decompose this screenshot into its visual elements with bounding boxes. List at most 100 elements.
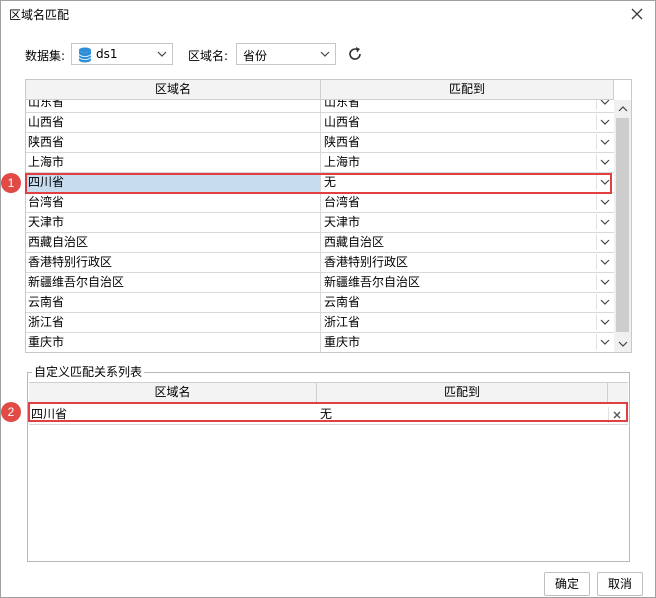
table-row[interactable]: 山西省 山西省 [26,113,614,133]
cell-match[interactable]: 新疆维吾尔自治区 [321,273,614,292]
table-row[interactable]: 台湾省 台湾省 [26,193,614,213]
window-title: 区域名匹配 [9,8,70,22]
cell-match[interactable]: 陕西省 [321,133,614,152]
match-value: 山西省 [324,115,361,129]
column-header-match[interactable]: 匹配到 [317,383,608,402]
column-header-region[interactable]: 区域名 [26,80,321,99]
ok-button[interactable]: 确定 [544,572,590,596]
cell-region: 浙江省 [26,313,321,332]
cell-match[interactable]: 云南省 [321,293,614,312]
vertical-scrollbar[interactable] [614,100,631,352]
region-select[interactable]: 省份 [236,43,336,65]
table-row[interactable]: 陕西省 陕西省 [26,133,614,153]
chevron-down-icon[interactable] [596,154,612,170]
cell-region: 重庆市 [26,333,321,352]
cell-region: 山西省 [26,113,321,132]
delete-button[interactable] [608,407,624,423]
dataset-select[interactable]: ds1 [71,43,173,65]
chevron-down-icon[interactable] [596,114,612,130]
table-row[interactable]: 重庆市 重庆市 [26,333,614,352]
scroll-up-arrow-icon[interactable] [614,100,631,117]
region-label: 区域名: [188,49,229,63]
cell-region: 西藏自治区 [26,233,321,252]
custom-match-table: 区域名 匹配到 四川省 无 [29,382,628,560]
cell-match[interactable]: 上海市 [321,153,614,172]
cell-match[interactable]: 浙江省 [321,313,614,332]
chevron-down-icon[interactable] [596,314,612,330]
cell-match[interactable]: 重庆市 [321,333,614,352]
table-row-selected[interactable]: 四川省 无 [26,173,614,193]
cell-match[interactable]: 西藏自治区 [321,233,614,252]
annotation-badge-1: 1 [1,173,21,193]
table-body: 山东省 山东省 山西省 山西省 陕西省 陕西省 上海市 上海市 四川省 无 台湾… [26,93,614,352]
match-value: 无 [320,407,333,421]
cell-region: 台湾省 [26,193,321,212]
match-value: 浙江省 [324,315,361,329]
custom-table-header: 区域名 匹配到 [29,383,628,403]
cell-region: 香港特别行政区 [26,253,321,272]
chevron-down-icon[interactable] [596,334,612,350]
cell-region: 四川省 [31,407,68,421]
cancel-button[interactable]: 取消 [597,572,643,596]
chevron-down-icon[interactable] [596,274,612,290]
match-value: 天津市 [324,215,361,229]
table-row[interactable]: 浙江省 浙江省 [26,313,614,333]
cell-match[interactable]: 香港特别行政区 [321,253,614,272]
match-value: 陕西省 [324,135,361,149]
header-spacer [608,383,628,402]
close-icon [631,8,643,20]
chevron-down-icon[interactable] [596,214,612,230]
chevron-down-icon[interactable] [596,134,612,150]
match-value: 香港特别行政区 [324,255,409,269]
cell-match[interactable]: 山西省 [321,113,614,132]
database-icon [78,47,92,63]
annotation-badge-2: 2 [1,402,21,422]
cell-region: 云南省 [26,293,321,312]
refresh-button[interactable] [345,44,365,64]
table-header-overlay: 区域名 匹配到 [26,80,614,100]
table-row[interactable]: 香港特别行政区 香港特别行政区 [26,253,614,273]
refresh-icon [349,47,361,60]
table-row[interactable]: 新疆维吾尔自治区 新疆维吾尔自治区 [26,273,614,293]
chevron-down-icon[interactable] [596,234,612,250]
match-value: 无 [324,175,337,189]
custom-table-row[interactable]: 四川省 无 [29,405,628,425]
column-header-match[interactable]: 匹配到 [321,80,614,99]
table-row[interactable]: 天津市 天津市 [26,213,614,233]
dataset-label: 数据集: [25,49,66,63]
cell-region: 新疆维吾尔自治区 [26,273,321,292]
custom-match-group-title: 自定义匹配关系列表 [32,363,145,380]
cell-match: 无 [317,405,628,424]
table-row[interactable]: 上海市 上海市 [26,153,614,173]
table-row[interactable]: 云南省 云南省 [26,293,614,313]
chevron-down-icon[interactable] [152,44,172,64]
match-value: 西藏自治区 [324,235,385,249]
match-value: 新疆维吾尔自治区 [324,275,421,289]
match-value: 上海市 [324,155,361,169]
region-match-dialog: 区域名匹配 数据集: ds1 区域名: 省份 山东省 山东省 山西省 山西省 陕… [0,0,656,598]
cell-match[interactable]: 天津市 [321,213,614,232]
scroll-down-arrow-icon[interactable] [614,335,631,352]
match-value: 云南省 [324,295,361,309]
chevron-down-icon[interactable] [596,294,612,310]
close-icon [613,411,620,419]
match-value: 重庆市 [324,335,361,349]
scrollbar-thumb[interactable] [616,118,629,332]
close-button[interactable] [625,3,649,25]
dataset-value: ds1 [96,47,118,61]
column-header-region[interactable]: 区域名 [29,383,317,402]
title-bar: 区域名匹配 [1,1,655,27]
match-value: 台湾省 [324,195,361,209]
table-row[interactable]: 西藏自治区 西藏自治区 [26,233,614,253]
cell-region: 四川省 [26,173,321,192]
region-value: 省份 [243,49,268,63]
cell-region: 上海市 [26,153,321,172]
cell-region: 陕西省 [26,133,321,152]
chevron-down-icon[interactable] [596,254,612,270]
cell-match[interactable]: 台湾省 [321,193,614,212]
chevron-down-icon[interactable] [596,194,612,210]
cell-region: 天津市 [26,213,321,232]
cell-match[interactable]: 无 [321,173,614,192]
chevron-down-icon[interactable] [315,44,335,64]
chevron-down-icon[interactable] [596,174,612,190]
